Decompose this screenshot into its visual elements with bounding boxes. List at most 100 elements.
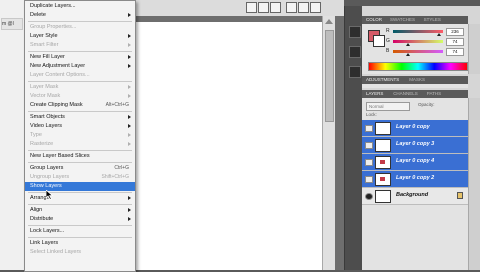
menu-item-ungroup-layers: Ungroup Layers Shift+Ctrl+G bbox=[25, 173, 135, 182]
layer-thumbnail bbox=[375, 173, 391, 186]
color-spectrum-bar[interactable] bbox=[368, 62, 468, 71]
channel-label: R bbox=[386, 28, 390, 34]
menu-item-layer-style[interactable]: Layer Style bbox=[25, 32, 135, 41]
layers-panel-tabs: LAYERS CHANNELS PATHS bbox=[362, 90, 468, 98]
tab-layers[interactable]: LAYERS bbox=[364, 90, 385, 98]
color-panel-scrollbar[interactable] bbox=[468, 24, 480, 74]
blend-mode-select[interactable]: Normal bbox=[366, 102, 410, 111]
layer-name[interactable]: Layer 0 copy bbox=[396, 124, 430, 130]
menu-item-label: Distribute bbox=[30, 216, 54, 222]
align-middle-icon[interactable] bbox=[258, 2, 269, 13]
history-icon[interactable] bbox=[349, 26, 361, 38]
align-center-icon[interactable] bbox=[298, 2, 309, 13]
layer-row[interactable]: Layer 0 copy 4 bbox=[362, 154, 468, 171]
menu-item-lock-layers[interactable]: Lock Layers... bbox=[25, 227, 135, 236]
align-right-icon[interactable] bbox=[310, 2, 321, 13]
layer-name[interactable]: Layer 0 copy 4 bbox=[396, 158, 434, 164]
menu-item-video-layers[interactable]: Video Layers bbox=[25, 122, 135, 131]
visibility-toggle[interactable] bbox=[365, 142, 373, 149]
menu-item-label: Rasterize bbox=[30, 141, 54, 147]
layer-name[interactable]: Layer 0 copy 2 bbox=[396, 175, 434, 181]
menu-item-label: Video Layers bbox=[30, 123, 63, 129]
menu-item-group-properties: Group Properties... bbox=[25, 23, 135, 32]
slider-track[interactable] bbox=[393, 40, 443, 43]
document-tab[interactable]: m @l bbox=[1, 18, 23, 30]
submenu-arrow-icon bbox=[128, 133, 131, 137]
slider-knob[interactable] bbox=[437, 33, 441, 36]
scroll-thumb[interactable] bbox=[325, 30, 334, 122]
color-slider-r[interactable]: R 236 bbox=[386, 28, 466, 36]
layers-panel-scrollbar[interactable] bbox=[468, 98, 480, 270]
layer-name[interactable]: Background bbox=[396, 192, 428, 198]
tab-adjustments[interactable]: ADJUSTMENTS bbox=[364, 76, 401, 84]
layer-name[interactable]: Layer 0 copy 3 bbox=[396, 141, 434, 147]
layer-row[interactable]: Layer 0 copy bbox=[362, 120, 468, 137]
submenu-arrow-icon bbox=[128, 85, 131, 89]
menu-item-duplicate-layers[interactable]: Duplicate Layers... bbox=[25, 2, 135, 11]
menu-item-select-linked-layers: Select Linked Layers bbox=[25, 248, 135, 257]
visibility-toggle[interactable] bbox=[365, 125, 373, 132]
slider-track[interactable] bbox=[393, 50, 443, 53]
slider-knob[interactable] bbox=[405, 43, 410, 46]
vertical-scrollbar[interactable] bbox=[322, 16, 335, 270]
visibility-toggle[interactable] bbox=[365, 176, 373, 183]
tab-paths[interactable]: PATHS bbox=[425, 90, 443, 98]
slider-track[interactable] bbox=[393, 30, 443, 33]
tab-swatches[interactable]: SWATCHES bbox=[388, 16, 417, 24]
menu-item-label: Lock Layers... bbox=[30, 228, 65, 234]
opacity-label: Opacity: bbox=[418, 102, 435, 107]
menu-item-type: Type bbox=[25, 131, 135, 140]
document-canvas[interactable] bbox=[128, 22, 323, 270]
menu-item-shortcut: Ctrl+G bbox=[114, 165, 129, 171]
actions-icon[interactable] bbox=[349, 46, 361, 58]
layer-row[interactable]: Layer 0 copy 2 bbox=[362, 171, 468, 188]
menu-item-label: New Layer Based Slices bbox=[30, 153, 90, 159]
menu-item-arrange[interactable]: Arrange bbox=[25, 194, 135, 203]
layer-context-menu: Duplicate Layers... Delete Group Propertie… bbox=[24, 0, 136, 272]
right-panel-dock: COLOR SWATCHES STYLES R 236 G 74 B 74 ADJUSTMEN… bbox=[362, 6, 480, 270]
scroll-up-icon[interactable] bbox=[325, 19, 333, 24]
menu-item-smart-objects[interactable]: Smart Objects bbox=[25, 113, 135, 122]
menu-item-label: Align bbox=[30, 207, 43, 213]
brushes-icon[interactable] bbox=[349, 66, 361, 78]
menu-item-delete[interactable]: Delete bbox=[25, 11, 135, 20]
slider-knob[interactable] bbox=[405, 53, 410, 56]
tab-channels[interactable]: CHANNELS bbox=[391, 90, 420, 98]
menu-item-label: Duplicate Layers... bbox=[30, 3, 76, 9]
align-top-icon[interactable] bbox=[246, 2, 257, 13]
channel-value-field[interactable]: 74 bbox=[446, 48, 464, 56]
channel-value-field[interactable]: 74 bbox=[446, 38, 464, 46]
menu-item-link-layers[interactable]: Link Layers bbox=[25, 239, 135, 248]
menu-item-show-layers[interactable]: Show Layers bbox=[25, 182, 135, 191]
menu-item-new-layer-based-slices[interactable]: New Layer Based Slices bbox=[25, 152, 135, 161]
layer-row[interactable]: Background bbox=[362, 188, 468, 205]
channel-value-field[interactable]: 236 bbox=[446, 28, 464, 36]
layer-thumbnail bbox=[375, 156, 391, 169]
menu-item-label: Smart Objects bbox=[30, 114, 65, 120]
layer-row[interactable]: Layer 0 copy 3 bbox=[362, 137, 468, 154]
menu-item-new-fill-layer[interactable]: New Fill Layer bbox=[25, 53, 135, 62]
menu-item-distribute[interactable]: Distribute bbox=[25, 215, 135, 224]
menu-item-new-adjustment-layer[interactable]: New Adjustment Layer bbox=[25, 62, 135, 71]
color-slider-b[interactable]: B 74 bbox=[386, 48, 466, 56]
visibility-toggle[interactable] bbox=[365, 159, 373, 166]
menu-item-layer-mask: Layer Mask bbox=[25, 83, 135, 92]
menu-item-label: Select Linked Layers bbox=[30, 249, 82, 255]
align-bottom-icon[interactable] bbox=[270, 2, 281, 13]
layer-thumbnail bbox=[375, 139, 391, 152]
tab-color[interactable]: COLOR bbox=[364, 16, 384, 24]
tab-masks[interactable]: MASKS bbox=[407, 76, 427, 84]
eye-icon[interactable] bbox=[365, 193, 373, 200]
align-left-icon[interactable] bbox=[286, 2, 297, 13]
tab-styles[interactable]: STYLES bbox=[422, 16, 443, 24]
menu-item-label: Group Layers bbox=[30, 165, 64, 171]
lock-label: Lock: bbox=[366, 112, 377, 117]
background-color-swatch[interactable] bbox=[373, 35, 385, 47]
menu-separator bbox=[28, 225, 132, 226]
submenu-arrow-icon bbox=[128, 55, 131, 59]
menu-item-create-clipping-mask[interactable]: Create Clipping Mask Alt+Ctrl+G bbox=[25, 101, 135, 110]
color-slider-g[interactable]: G 74 bbox=[386, 38, 466, 46]
menu-item-group-layers[interactable]: Group Layers Ctrl+G bbox=[25, 164, 135, 173]
adjustments-panel-tabs: ADJUSTMENTS MASKS bbox=[362, 76, 468, 84]
menu-item-align[interactable]: Align bbox=[25, 206, 135, 215]
